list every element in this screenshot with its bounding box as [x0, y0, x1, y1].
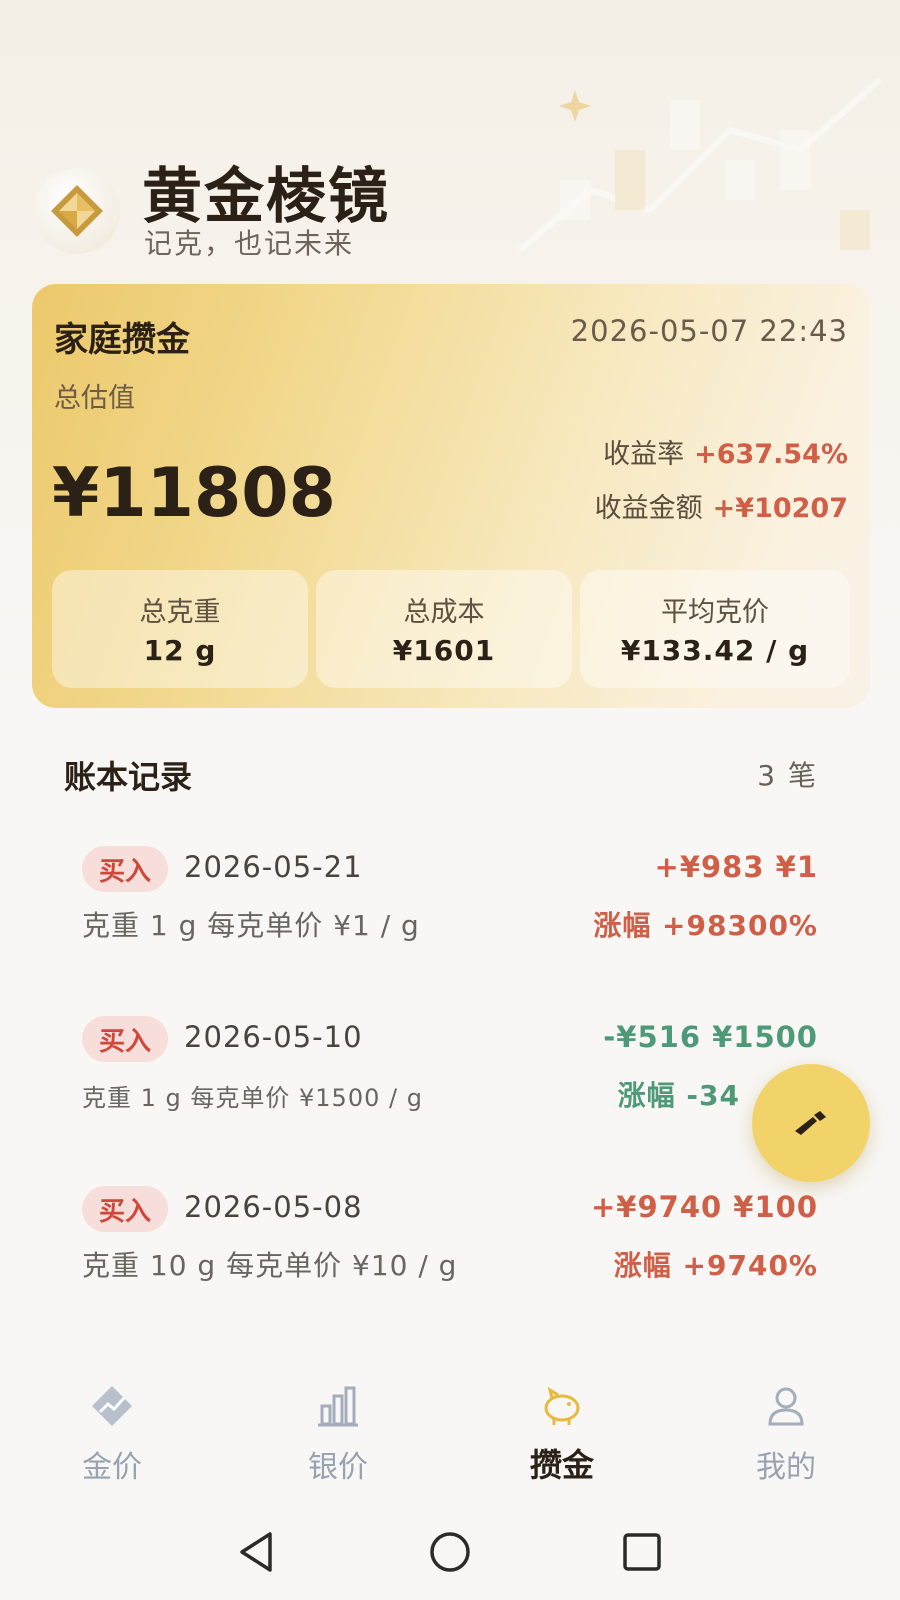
- return-rate-value: +637.54%: [694, 439, 848, 470]
- ledger-record[interactable]: 买入 2026-05-08 克重 10 g 每克单价 ¥10 / g +¥974…: [82, 1186, 818, 1286]
- profit-amount-label: 收益金额: [594, 493, 703, 524]
- return-rate: 收益率 +637.54%: [603, 432, 848, 471]
- back-triangle-icon[interactable]: [234, 1528, 282, 1576]
- tab-silver-price[interactable]: 银价: [258, 1352, 418, 1485]
- system-navigation-bar: [0, 1500, 900, 1600]
- total-value: ¥11808: [52, 454, 336, 533]
- record-change: 涨幅 -34: [617, 1079, 740, 1112]
- edit-fab-button[interactable]: [752, 1064, 870, 1182]
- app-header: 黄金棱镜 记克，也记未来: [34, 150, 834, 260]
- user-icon: [768, 1387, 804, 1426]
- record-date: 2026-05-08: [184, 1190, 363, 1224]
- record-detail: 克重 10 g 每克单价 ¥10 / g: [82, 1249, 458, 1282]
- bar-chart-icon: [318, 1386, 358, 1427]
- home-circle-icon[interactable]: [426, 1528, 474, 1576]
- record-type-tag: 买入: [82, 1016, 168, 1062]
- ledger-record[interactable]: 买入 2026-05-21 克重 1 g 每克单价 ¥1 / g +¥983 ¥…: [82, 846, 818, 946]
- stat-label: 总克重: [139, 597, 221, 628]
- record-date: 2026-05-21: [184, 850, 363, 884]
- diamond-logo-icon: [51, 185, 103, 237]
- record-date: 2026-05-10: [184, 1020, 363, 1054]
- tab-label: 攒金: [529, 1446, 594, 1484]
- record-profit: +¥983 ¥1: [654, 850, 818, 884]
- profit-amount: 收益金额 +¥10207: [595, 486, 848, 525]
- edit-pencil-icon: [795, 1111, 826, 1135]
- record-profit: -¥516 ¥1500: [603, 1020, 818, 1054]
- tab-save-gold[interactable]: 攒金: [482, 1352, 642, 1484]
- stat-value: ¥1601: [392, 634, 496, 667]
- record-change: 涨幅 +98300%: [593, 909, 818, 942]
- record-detail: 克重 1 g 每克单价 ¥1500 / g: [82, 1084, 423, 1112]
- record-type-tag: 买入: [82, 846, 168, 892]
- piggy-bank-icon: [544, 1386, 580, 1425]
- tab-label: 银价: [308, 1450, 368, 1485]
- record-detail: 克重 1 g 每克单价 ¥1 / g: [82, 909, 420, 942]
- stat-value: ¥133.42 / g: [620, 634, 810, 667]
- tab-label: 金价: [82, 1450, 142, 1485]
- portfolio-timestamp: 2026-05-07 22:43: [570, 314, 848, 348]
- portfolio-summary-card[interactable]: 家庭攒金 2026-05-07 22:43 总估值 ¥11808 收益率 +637…: [32, 284, 870, 708]
- record-type-tag: 买入: [82, 1186, 168, 1232]
- stat-total-cost: 总成本 ¥1601: [316, 570, 572, 688]
- bottom-tab-bar: 金价 银价 攒金 我的: [0, 1352, 900, 1485]
- portfolio-name: 家庭攒金: [54, 320, 190, 360]
- app-subtitle: 记克，也记未来: [144, 227, 355, 260]
- ledger-record[interactable]: 买入 2026-05-10 克重 1 g 每克单价 ¥1500 / g -¥51…: [82, 1016, 818, 1116]
- tab-label: 我的: [756, 1450, 816, 1485]
- profit-amount-value: +¥10207: [712, 493, 848, 524]
- stat-value: 12 g: [143, 634, 217, 667]
- tab-gold-price[interactable]: 金价: [32, 1352, 192, 1485]
- stat-total-weight: 总克重 12 g: [52, 570, 308, 688]
- summary-stats: 总克重 12 g 总成本 ¥1601 平均克价 ¥133.42 / g: [52, 570, 850, 688]
- return-rate-label: 收益率: [603, 439, 685, 470]
- gold-chart-icon: [92, 1386, 132, 1426]
- total-value-label: 总估值: [54, 383, 135, 414]
- stat-average-price: 平均克价 ¥133.42 / g: [580, 570, 850, 688]
- record-profit: +¥9740 ¥100: [591, 1190, 818, 1224]
- app-logo: [34, 168, 120, 254]
- recents-square-icon[interactable]: [618, 1528, 666, 1576]
- record-change: 涨幅 +9740%: [613, 1249, 818, 1282]
- ledger-title: 账本记录: [64, 758, 193, 796]
- stat-label: 平均克价: [661, 597, 769, 628]
- ledger-count: 3 笔: [757, 759, 818, 792]
- tab-profile[interactable]: 我的: [706, 1352, 866, 1485]
- stat-label: 总成本: [403, 597, 485, 628]
